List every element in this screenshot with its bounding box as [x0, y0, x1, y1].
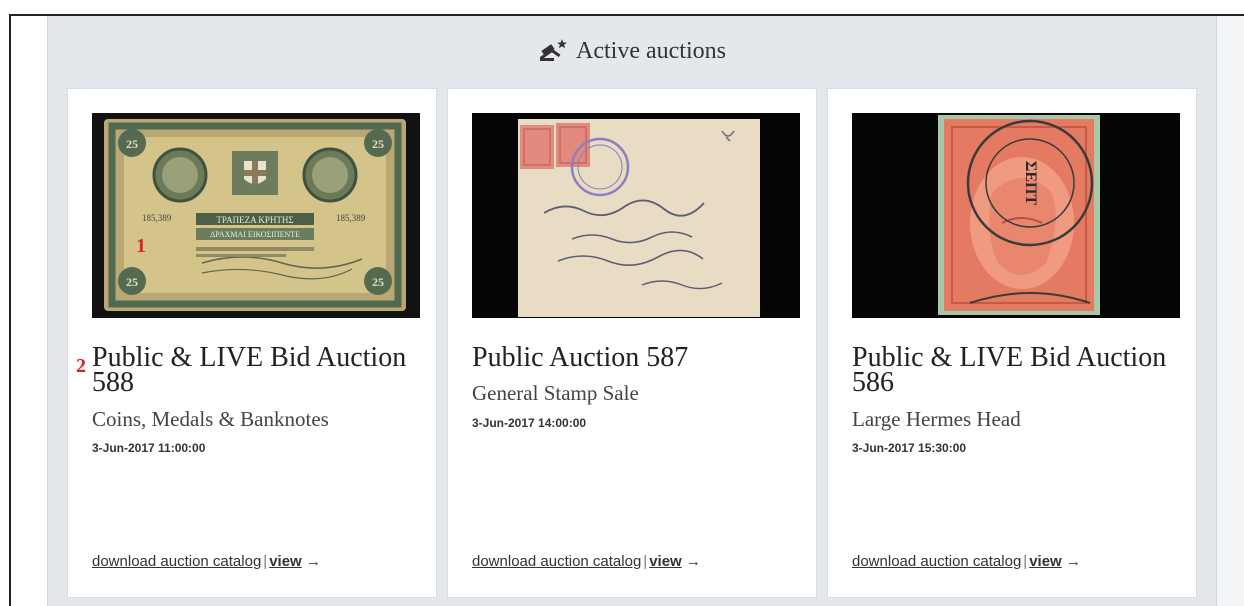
- download-catalog-link[interactable]: download auction catalog: [472, 553, 641, 570]
- auction-links: download auction catalog | view →: [92, 553, 321, 570]
- auction-title[interactable]: Public & LIVE Bid Auction 586: [852, 344, 1182, 397]
- banknote-bank-name: ΤΡΑΠΕΖΑ ΚΡΗΤΗΣ: [216, 215, 293, 225]
- banknote-denom-bl: 25: [126, 275, 138, 289]
- download-catalog-link[interactable]: download auction catalog: [92, 553, 261, 570]
- auction-card-588: ΤΡΑΠΕΖΑ ΚΡΗΤΗΣ ΔΡΑΧΜΑΙ ΕΙΚΟΣΙΠΕΝΤΕ 185,3…: [67, 88, 437, 598]
- gavel-icon: [538, 38, 568, 69]
- auction-subtitle: Large Hermes Head: [852, 407, 1021, 431]
- banknote-serial-right: 185,389: [336, 213, 366, 223]
- auction-links: download auction catalog | view →: [852, 553, 1081, 570]
- auction-date: 3-Jun-2017 11:00:00: [92, 441, 206, 455]
- auction-title[interactable]: Public Auction 587: [472, 344, 802, 372]
- auction-title[interactable]: Public & LIVE Bid Auction 588: [92, 344, 422, 397]
- auction-subtitle: Coins, Medals & Banknotes: [92, 407, 329, 431]
- auction-card-587: Public Auction 587 General Stamp Sale 3-…: [447, 88, 817, 598]
- stamp-image[interactable]: ΣΕΠΤ: [852, 113, 1180, 318]
- envelope-image[interactable]: [472, 113, 800, 318]
- banknote-value-text: ΔΡΑΧΜΑΙ ΕΙΚΟΣΙΠΕΝΤΕ: [210, 230, 300, 239]
- annotation-marker-1: 1: [136, 235, 146, 257]
- banknote-image[interactable]: ΤΡΑΠΕΖΑ ΚΡΗΤΗΣ ΔΡΑΧΜΑΙ ΕΙΚΟΣΙΠΕΝΤΕ 185,3…: [92, 113, 420, 318]
- view-link[interactable]: view: [649, 553, 682, 570]
- section-title: Active auctions: [576, 38, 726, 64]
- right-gutter: [1216, 16, 1244, 606]
- banknote-denom-tl: 25: [126, 137, 138, 151]
- arrow-right-icon: →: [1065, 553, 1081, 570]
- auction-date: 3-Jun-2017 15:30:00: [852, 441, 967, 455]
- annotation-marker-2: 2: [76, 355, 86, 377]
- section-heading: Active auctions: [48, 38, 1216, 69]
- download-catalog-link[interactable]: download auction catalog: [852, 553, 1021, 570]
- view-link[interactable]: view: [269, 553, 302, 570]
- auction-links: download auction catalog | view →: [472, 553, 701, 570]
- auction-card-586: ΣΕΠΤ Public & LIVE Bid Auction 586 Large…: [827, 88, 1197, 598]
- banknote-denom-tr: 25: [372, 137, 384, 151]
- banknote-serial-left: 185,389: [142, 213, 172, 223]
- banknote-denom-br: 25: [372, 275, 384, 289]
- postmark-text: ΣΕΠΤ: [1022, 161, 1039, 206]
- arrow-right-icon: →: [305, 553, 321, 570]
- active-auctions-panel: Active auctions ΤΡΑΠΕΖΑ ΚΡΗΤΗΣ ΔΡΑΧΜΑΙ Ε…: [47, 16, 1217, 606]
- auction-subtitle: General Stamp Sale: [472, 381, 639, 405]
- view-link[interactable]: view: [1029, 553, 1062, 570]
- auction-date: 3-Jun-2017 14:00:00: [472, 416, 587, 430]
- arrow-right-icon: →: [685, 553, 701, 570]
